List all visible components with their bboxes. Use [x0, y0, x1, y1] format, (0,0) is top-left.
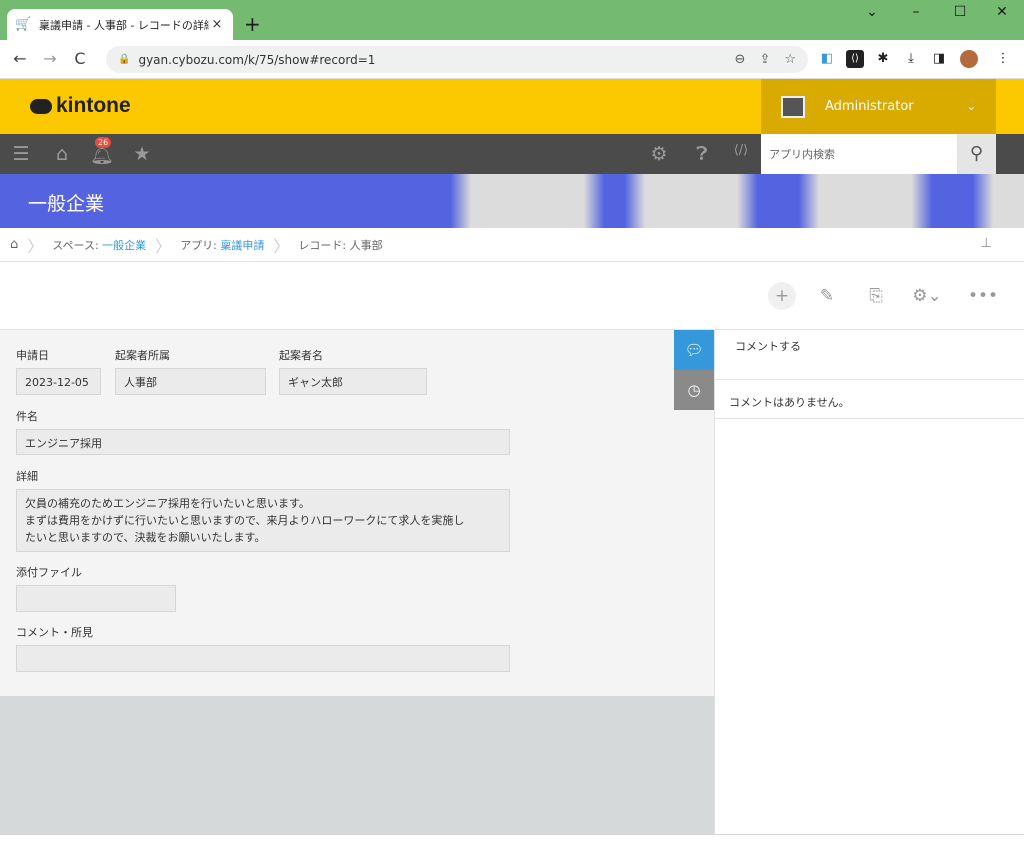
detail-field: 欠員の補充のためエンジニア採用を行いたいと思います。 まずは費用をかけずに行いた…	[16, 489, 510, 552]
browser-toolbar: ← → C 🔒 gyan.cybozu.com/k/75/show#record…	[0, 40, 1024, 79]
forward-icon[interactable]: →	[40, 49, 60, 68]
chevron-down-icon: ⌄	[966, 100, 976, 113]
comment-tab-icon[interactable]: 💬︎	[674, 330, 714, 370]
back-icon[interactable]: ←	[10, 49, 30, 68]
history-tab-icon[interactable]: ◷	[674, 370, 714, 410]
extension-icon[interactable]: ◧	[818, 50, 836, 68]
search-icon[interactable]: ⚲	[957, 134, 996, 174]
search-placeholder: アプリ内検索	[769, 148, 835, 161]
zoom-icon[interactable]: ⊖	[735, 52, 746, 67]
detail-line: たいと思いますので、決裁をお願いいたします。	[25, 531, 266, 544]
side-panel-icon[interactable]: ◨	[930, 50, 948, 68]
tab-title: 稟議申請 - 人事部 - レコードの詳細	[39, 18, 209, 32]
space-banner: 一般企業	[0, 174, 1024, 228]
devtools-extension-icon[interactable]: ⟨⟩	[846, 50, 864, 68]
code-icon[interactable]: ⟨/⟩	[729, 143, 753, 158]
download-icon[interactable]: ⤓	[902, 50, 920, 68]
bookmark-star-icon[interactable]: ☆	[784, 52, 796, 67]
menu-dots-icon[interactable]: ⋮	[994, 50, 1012, 68]
help-icon[interactable]: ❓︎	[690, 143, 714, 165]
attachment-field	[16, 585, 176, 612]
action-bar: + ✎ ⎘ ⚙⌄ •••	[0, 262, 1024, 330]
breadcrumb-home-icon[interactable]: ⌂	[10, 237, 18, 252]
edit-record-icon[interactable]: ✎	[813, 282, 841, 310]
app-search-input[interactable]: アプリ内検索	[761, 134, 957, 174]
logo-text: kintone	[56, 94, 131, 117]
detail-label: 詳細	[16, 470, 38, 483]
address-bar[interactable]: 🔒 gyan.cybozu.com/k/75/show#record=1 ⊖ ⇪…	[106, 46, 808, 73]
subject-label: 件名	[16, 410, 38, 423]
home-icon[interactable]: ⌂	[50, 143, 74, 165]
tab-close-icon[interactable]: ×	[209, 17, 225, 32]
pin-icon[interactable]: ⊥	[981, 236, 992, 251]
date-field: 2023-12-05	[16, 368, 101, 395]
kintone-logo[interactable]: kintone	[30, 94, 131, 118]
author-label: 起案者名	[279, 349, 323, 362]
tab-search-chevron-icon[interactable]: ⌄	[852, 4, 892, 20]
comment-field	[16, 645, 510, 672]
minimize-button[interactable]: –	[896, 4, 936, 20]
breadcrumb-record: レコード: 人事部	[298, 238, 383, 252]
favorite-star-icon[interactable]: ★	[130, 143, 154, 165]
breadcrumb-app-link[interactable]: 稟議申請	[220, 239, 264, 252]
notification-badge: 26	[95, 137, 112, 148]
lock-icon: 🔒	[118, 54, 131, 65]
profile-avatar[interactable]	[960, 50, 978, 68]
record-form: 申請日 2023-12-05 起案者所属 人事部 起案者名 ギャン太郎 件名 エ…	[0, 330, 714, 696]
attachment-label: 添付ファイル	[16, 566, 82, 579]
dept-field: 人事部	[115, 368, 266, 395]
new-tab-button[interactable]: +	[244, 12, 261, 36]
breadcrumb-space-link[interactable]: 一般企業	[102, 239, 146, 252]
comment-input[interactable]: コメントする	[715, 330, 1024, 380]
cloud-icon	[30, 98, 52, 114]
space-name[interactable]: 一般企業	[28, 189, 104, 216]
more-options-icon[interactable]: •••	[968, 282, 998, 310]
cart-icon: 🛒	[15, 16, 32, 32]
browser-tab[interactable]: 🛒 稟議申請 - 人事部 - レコードの詳細 ×	[7, 9, 233, 40]
comment-field-label: コメント・所見	[16, 626, 93, 639]
author-field: ギャン太郎	[279, 368, 427, 395]
breadcrumb: ⌂ 〉 スペース: 一般企業 〉 アプリ: 稟議申請 〉 レコード: 人事部	[0, 228, 1024, 262]
share-icon[interactable]: ⇪	[759, 52, 770, 67]
detail-line: まずは費用をかけずに行いたいと思いますので、来月よりハローワークにて求人を実施し	[25, 514, 465, 527]
add-record-button[interactable]: +	[768, 282, 796, 310]
reload-icon[interactable]: C	[70, 49, 90, 68]
close-window-button[interactable]: ✕	[982, 4, 1022, 20]
url-text: gyan.cybozu.com/k/75/show#record=1	[138, 52, 376, 67]
record-settings-gear-icon[interactable]: ⚙⌄	[908, 282, 946, 310]
user-menu[interactable]: Administrator ⌄	[761, 79, 996, 134]
dept-label: 起案者所属	[115, 349, 170, 362]
no-comments-text: コメントはありません。	[715, 381, 1024, 419]
subject-field: エンジニア採用	[16, 429, 510, 455]
puzzle-icon[interactable]: ✱	[874, 50, 892, 68]
window-bottom-edge	[0, 834, 1024, 847]
gear-icon[interactable]: ⚙	[647, 143, 671, 165]
breadcrumb-space: スペース: 一般企業	[52, 238, 147, 252]
user-avatar-icon	[781, 95, 805, 118]
form-bottom-area	[0, 696, 714, 834]
duplicate-record-icon[interactable]: ⎘	[862, 282, 890, 310]
user-name: Administrator	[825, 99, 914, 114]
hamburger-menu-icon[interactable]: ☰	[9, 143, 33, 165]
maximize-button[interactable]: ☐	[940, 4, 980, 20]
breadcrumb-app: アプリ: 稟議申請	[180, 238, 265, 252]
detail-line: 欠員の補充のためエンジニア採用を行いたいと思います。	[25, 497, 310, 510]
comment-sidebar: コメントする コメントはありません。	[714, 330, 1024, 834]
date-label: 申請日	[16, 349, 49, 362]
